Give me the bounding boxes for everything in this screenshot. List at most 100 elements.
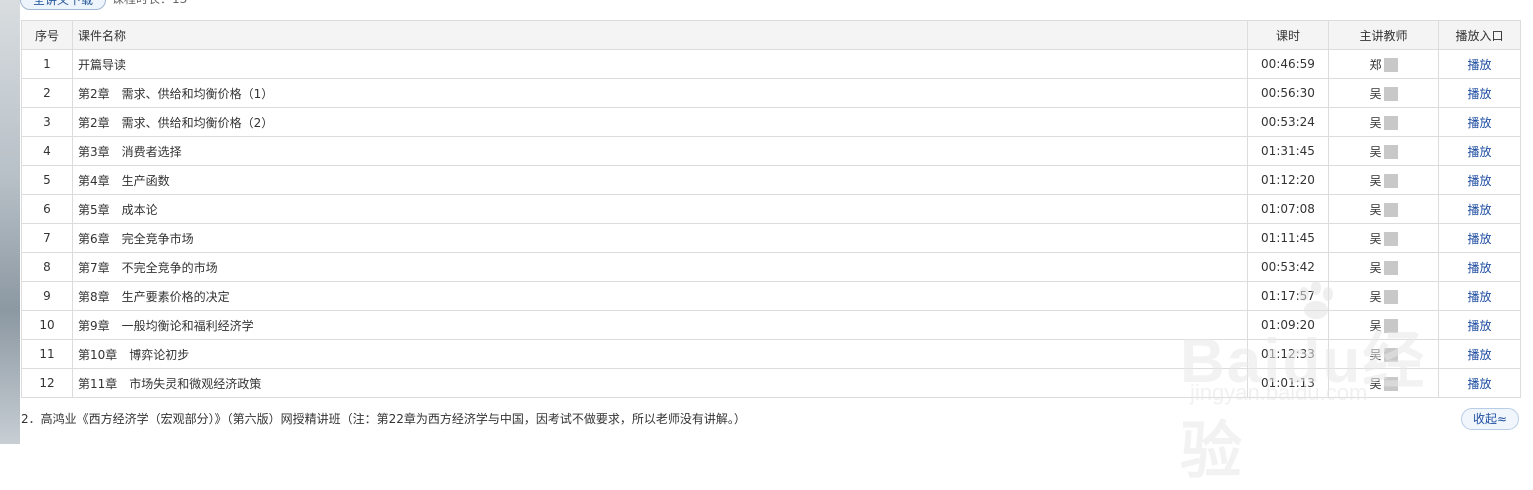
- play-link[interactable]: 播放: [1467, 87, 1491, 101]
- table-row: 7 第6章 完全竞争市场 01:11:45 吴 播放: [21, 223, 1521, 253]
- row-index-text: 5: [43, 173, 51, 187]
- row-name: 开篇导读: [72, 49, 1248, 79]
- row-index-text: 2: [43, 86, 51, 100]
- row-duration-text: 01:31:45: [1261, 144, 1315, 158]
- row-index: 2: [21, 78, 73, 108]
- row-index-text: 3: [43, 115, 51, 129]
- play-cell[interactable]: 播放: [1438, 49, 1521, 79]
- watermark-sub-text: jingyan.baidu.com: [1190, 380, 1368, 405]
- play-cell[interactable]: 播放: [1438, 107, 1521, 137]
- row-name-text: 开篇导读: [78, 57, 127, 72]
- table-row: 2 第2章 需求、供给和均衡价格（1） 00:56:30 吴 播放: [21, 78, 1521, 108]
- row-duration: 01:11:45: [1247, 223, 1329, 253]
- header-play: 播放入口: [1438, 20, 1521, 50]
- row-index: 6: [21, 194, 73, 224]
- row-name-text: 第4章 生产函数: [78, 173, 170, 188]
- play-link[interactable]: 播放: [1467, 203, 1491, 217]
- row-teacher-text: 吴: [1369, 202, 1382, 217]
- row-teacher-text: 郑: [1369, 57, 1382, 72]
- row-teacher: 吴: [1328, 165, 1439, 195]
- row-teacher-text: 吴: [1369, 231, 1382, 246]
- row-index: 9: [21, 281, 73, 311]
- row-duration: 00:53:24: [1247, 107, 1329, 137]
- row-index-text: 4: [43, 144, 51, 158]
- row-teacher-text: 吴: [1369, 144, 1382, 159]
- play-link[interactable]: 播放: [1467, 174, 1491, 188]
- play-cell[interactable]: 播放: [1438, 194, 1521, 224]
- row-index: 7: [21, 223, 73, 253]
- row-index: 11: [21, 339, 73, 369]
- row-name-text: 第8章 生产要素价格的决定: [78, 289, 230, 304]
- redacted-name-block: [1383, 87, 1398, 101]
- row-duration: 01:07:08: [1247, 194, 1329, 224]
- row-index-text: 8: [43, 260, 51, 274]
- row-duration-text: 00:53:24: [1261, 115, 1315, 129]
- top-bar: 全讲义下载 课程时长：13: [20, 0, 720, 10]
- play-link[interactable]: 播放: [1467, 319, 1491, 333]
- header-index: 序号: [21, 20, 73, 50]
- play-link[interactable]: 播放: [1467, 58, 1491, 72]
- redacted-name-block: [1383, 116, 1398, 130]
- row-name-text: 第2章 需求、供给和均衡价格（1）: [78, 86, 274, 101]
- row-index: 5: [21, 165, 73, 195]
- play-link[interactable]: 播放: [1467, 261, 1491, 275]
- play-link[interactable]: 播放: [1467, 145, 1491, 159]
- table-header-row: 序号 课件名称 课时 主讲教师 播放入口: [21, 20, 1521, 50]
- row-teacher: 吴: [1328, 78, 1439, 108]
- row-teacher: 吴: [1328, 107, 1439, 137]
- row-name: 第7章 不完全竞争的市场: [72, 252, 1248, 282]
- row-duration-text: 01:07:08: [1261, 202, 1315, 216]
- row-name-text: 第2章 需求、供给和均衡价格（2）: [78, 115, 274, 130]
- row-duration-text: 01:11:45: [1261, 231, 1315, 245]
- row-duration: 01:31:45: [1247, 136, 1329, 166]
- redacted-name-block: [1383, 58, 1398, 72]
- redacted-name-block: [1383, 203, 1398, 217]
- row-name: 第2章 需求、供给和均衡价格（1）: [72, 78, 1248, 108]
- row-duration: 00:56:30: [1247, 78, 1329, 108]
- download-handout-button[interactable]: 全讲义下载: [20, 0, 107, 10]
- play-cell[interactable]: 播放: [1438, 136, 1521, 166]
- background-strip: [0, 0, 20, 444]
- table-row: 5 第4章 生产函数 01:12:20 吴 播放: [21, 165, 1521, 195]
- row-index-text: 9: [43, 289, 51, 303]
- redacted-name-block: [1383, 145, 1398, 159]
- row-index: 10: [21, 310, 73, 340]
- row-name: 第3章 消费者选择: [72, 136, 1248, 166]
- row-name-text: 第5章 成本论: [78, 202, 158, 217]
- row-name: 第10章 博弈论初步: [72, 339, 1248, 369]
- play-link[interactable]: 播放: [1467, 116, 1491, 130]
- row-name: 第9章 一般均衡论和福利经济学: [72, 310, 1248, 340]
- play-cell[interactable]: 播放: [1438, 223, 1521, 253]
- play-link[interactable]: 播放: [1467, 377, 1491, 391]
- row-index: 1: [21, 49, 73, 79]
- row-index-text: 7: [43, 231, 51, 245]
- course-duration-label: 课程时长：13: [112, 0, 187, 8]
- redacted-name-block: [1383, 232, 1398, 246]
- row-name: 第11章 市场失灵和微观经济政策: [72, 368, 1248, 398]
- header-name: 课件名称: [72, 20, 1248, 50]
- play-link[interactable]: 播放: [1467, 290, 1491, 304]
- next-course-title[interactable]: 2．高鸿业《西方经济学（宏观部分）》（第六版）网授精讲班（注：第22章为西方经济…: [21, 411, 746, 427]
- play-link[interactable]: 播放: [1467, 232, 1491, 246]
- row-index-text: 1: [43, 57, 51, 71]
- row-index: 12: [21, 368, 73, 398]
- redacted-name-block: [1383, 174, 1398, 188]
- row-teacher-text: 吴: [1369, 86, 1382, 101]
- row-duration: 01:12:20: [1247, 165, 1329, 195]
- row-name-text: 第6章 完全竞争市场: [78, 231, 194, 246]
- row-name-text: 第3章 消费者选择: [78, 144, 182, 159]
- play-link[interactable]: 播放: [1467, 348, 1491, 362]
- table-row: 1 开篇导读 00:46:59 郑 播放: [21, 49, 1521, 79]
- row-teacher: 吴: [1328, 194, 1439, 224]
- row-name: 第8章 生产要素价格的决定: [72, 281, 1248, 311]
- play-cell[interactable]: 播放: [1438, 165, 1521, 195]
- collapse-button[interactable]: 收起≈: [1461, 408, 1519, 430]
- row-duration-text: 00:56:30: [1261, 86, 1315, 100]
- row-teacher: 吴: [1328, 136, 1439, 166]
- row-teacher-text: 吴: [1369, 115, 1382, 130]
- play-cell[interactable]: 播放: [1438, 78, 1521, 108]
- row-index: 4: [21, 136, 73, 166]
- header-teacher: 主讲教师: [1328, 20, 1439, 50]
- row-duration-text: 01:12:20: [1261, 173, 1315, 187]
- table-row: 4 第3章 消费者选择 01:31:45 吴 播放: [21, 136, 1521, 166]
